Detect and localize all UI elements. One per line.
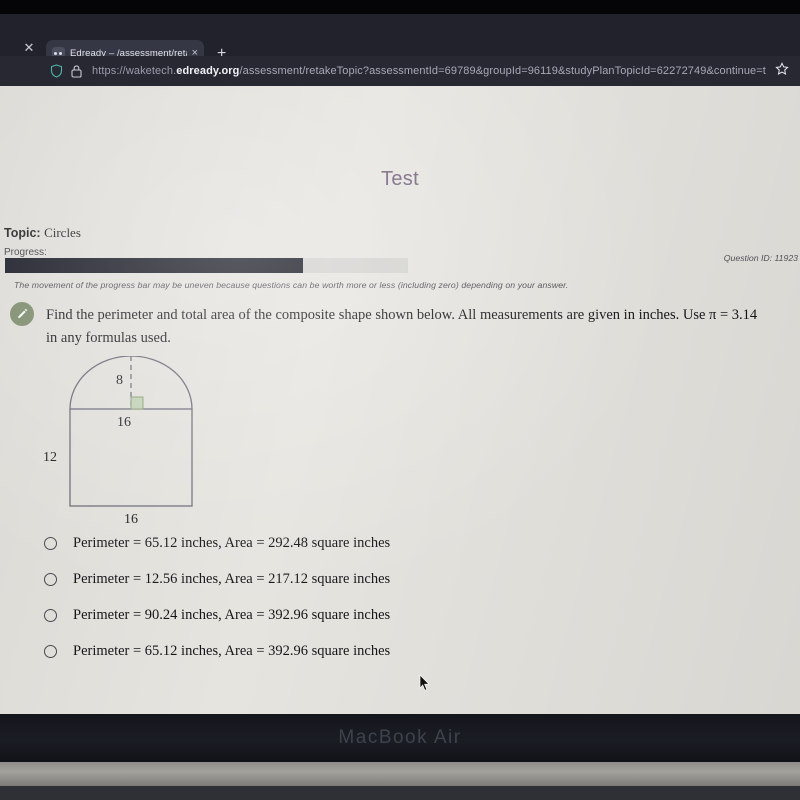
figure-label-radius: 8 (116, 373, 123, 388)
radio-button[interactable] (44, 645, 57, 658)
url-path: /assessment/retakeTopic?assessmentId=697… (239, 65, 766, 77)
figure-label-height: 12 (43, 450, 57, 465)
browser-tab-strip: ✕ Edready – /assessment/retakeTo × + (0, 14, 800, 66)
radio-button[interactable] (44, 609, 57, 622)
screen-top-bezel (0, 0, 800, 14)
progress-label: Progress: (4, 247, 47, 258)
topic-line: Topic: Circles (4, 225, 81, 241)
lock-icon[interactable] (71, 64, 82, 78)
url-domain: edready.org (176, 65, 240, 77)
radio-button[interactable] (44, 537, 57, 550)
mouse-cursor (419, 674, 431, 692)
progress-note: The movement of the progress bar may be … (14, 280, 569, 290)
answer-choice-label: Perimeter = 65.12 inches, Area = 392.96 … (73, 643, 391, 659)
radio-button[interactable] (44, 573, 57, 586)
figure-label-top-width: 16 (117, 415, 131, 430)
composite-shape-figure: 8 16 12 16 (20, 356, 230, 531)
figure-label-bottom-width: 16 (124, 512, 138, 527)
answer-choice-label: Perimeter = 65.12 inches, Area = 292.48 … (73, 535, 391, 551)
question-text: Find the perimeter and total area of the… (46, 307, 758, 347)
laptop-base (0, 762, 800, 786)
browser-window: ✕ Edready – /assessment/retakeTo × + (0, 14, 800, 714)
window-close-icon[interactable]: ✕ (22, 41, 36, 55)
answer-choice-1[interactable]: Perimeter = 65.12 inches, Area = 292.48 … (44, 535, 390, 552)
progress-bar (5, 258, 408, 273)
progress-bar-fill (5, 258, 304, 273)
topic-value: Circles (44, 225, 81, 240)
answer-choice-4[interactable]: Perimeter = 65.12 inches, Area = 392.96 … (44, 643, 390, 660)
question-id: Question ID: 11923 (723, 253, 798, 263)
laptop-bezel: MacBook Air (0, 714, 800, 762)
topic-label: Topic: (4, 226, 41, 240)
answer-choice-label: Perimeter = 90.24 inches, Area = 392.96 … (73, 607, 391, 623)
photo-background: ✕ Edready – /assessment/retakeTo × + (0, 0, 800, 800)
pencil-icon (10, 302, 34, 326)
answer-choice-label: Perimeter = 12.56 inches, Area = 217.12 … (73, 571, 391, 587)
star-icon[interactable] (775, 61, 789, 81)
url-scheme: https://waketech. (92, 65, 177, 77)
answer-choice-3[interactable]: Perimeter = 90.24 inches, Area = 392.96 … (44, 607, 390, 624)
url-text[interactable]: https://waketech.edready.org/assessment/… (92, 65, 775, 77)
shield-icon[interactable] (50, 64, 63, 78)
page-title: Test (381, 168, 419, 190)
laptop-brand-label: MacBook Air (338, 727, 462, 748)
answer-choice-2[interactable]: Perimeter = 12.56 inches, Area = 217.12 … (44, 571, 390, 588)
edready-page: Test Topic: Circles Progress: The moveme… (0, 86, 800, 714)
desk-surface (0, 786, 800, 800)
browser-url-bar[interactable]: https://waketech.edready.org/assessment/… (0, 56, 800, 86)
